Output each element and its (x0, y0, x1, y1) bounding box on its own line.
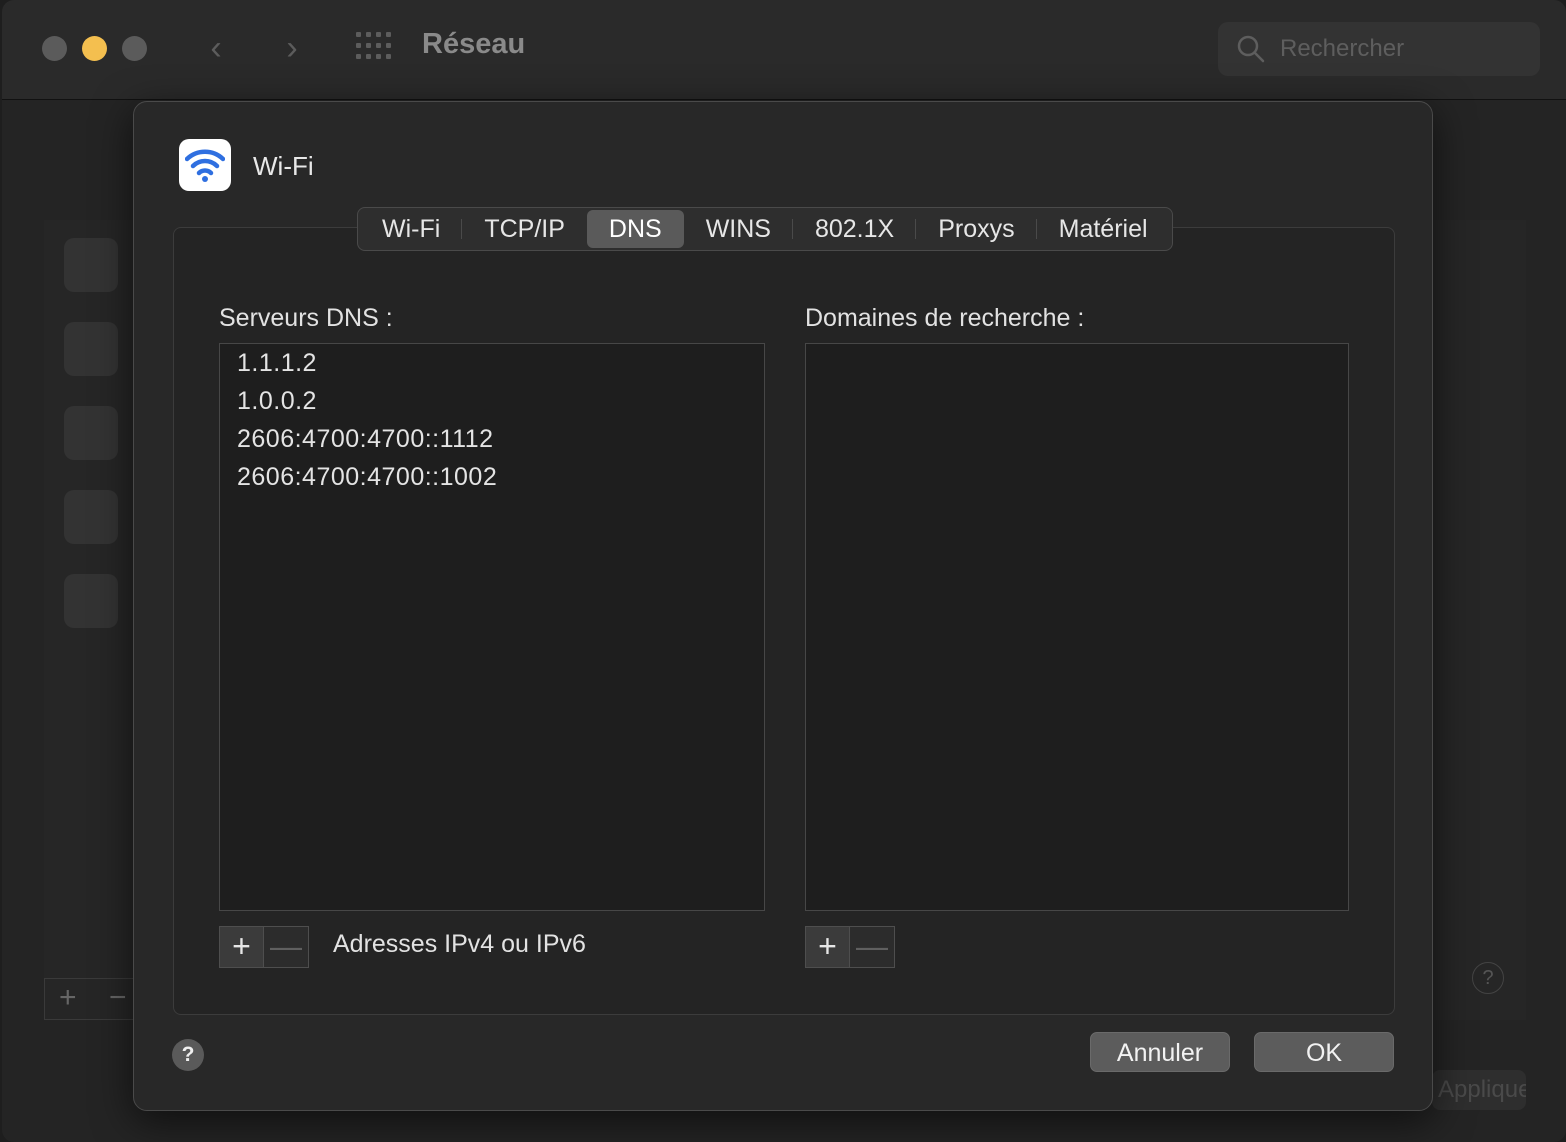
dns-panel: Serveurs DNS : 1.1.1.2 1.0.0.2 2606:4700… (173, 227, 1395, 1015)
search-domains-add-remove: + — (805, 926, 895, 968)
dns-servers-hint: Adresses IPv4 ou IPv6 (333, 930, 586, 958)
tab-proxys[interactable]: Proxys (916, 210, 1038, 248)
sheet-title: Wi-Fi (253, 151, 314, 181)
wifi-icon (179, 139, 231, 191)
search-icon (1237, 35, 1265, 63)
tab-bar: Wi-Fi TCP/IP DNS WINS 802.1X Proxys Maté… (357, 207, 1173, 251)
back-arrow-icon[interactable]: ‹ (202, 30, 230, 66)
search-domains-list[interactable] (805, 343, 1349, 911)
list-item[interactable]: 2606:4700:4700::1112 (220, 420, 764, 458)
close-window-button[interactable] (42, 36, 67, 61)
remove-dns-server-button[interactable]: — (264, 927, 308, 967)
service-lock-icon[interactable] (64, 322, 118, 376)
add-service-icon[interactable]: + (59, 981, 77, 1015)
title-bar: ‹ › Réseau Rechercher (2, 0, 1566, 100)
tab-wifi[interactable]: Wi-Fi (360, 210, 463, 248)
apply-button[interactable]: Appliquer (1432, 1070, 1526, 1110)
remove-service-icon[interactable]: − (109, 981, 127, 1015)
tab-wins[interactable]: WINS (684, 210, 794, 248)
bg-help-icon[interactable]: ? (1472, 962, 1504, 994)
dns-servers-list[interactable]: 1.1.1.2 1.0.0.2 2606:4700:4700::1112 260… (219, 343, 765, 911)
zoom-window-button[interactable] (122, 36, 147, 61)
add-remove-service[interactable]: + − (44, 978, 144, 1020)
list-item[interactable]: 1.1.1.2 (220, 344, 764, 382)
forward-arrow-icon[interactable]: › (278, 30, 306, 66)
tab-dns[interactable]: DNS (586, 210, 684, 248)
help-icon[interactable]: ? (172, 1039, 204, 1071)
dns-servers-add-remove: + — (219, 926, 309, 968)
show-all-grid-icon[interactable] (356, 32, 392, 62)
tab-tcpip[interactable]: TCP/IP (462, 210, 587, 248)
service-wifi-icon[interactable] (64, 238, 118, 292)
add-search-domain-button[interactable]: + (806, 927, 851, 967)
wifi-advanced-sheet: Wi-Fi Serveurs DNS : 1.1.1.2 1.0.0.2 260… (133, 101, 1433, 1111)
add-dns-server-button[interactable]: + (220, 927, 265, 967)
cancel-button[interactable]: Annuler (1090, 1032, 1230, 1072)
search-placeholder: Rechercher (1280, 35, 1405, 62)
service-vpn-icon[interactable] (64, 490, 118, 544)
dns-servers-label: Serveurs DNS : (219, 304, 393, 332)
list-item[interactable]: 1.0.0.2 (220, 382, 764, 420)
tab-materiel[interactable]: Matériel (1037, 210, 1170, 248)
ok-button[interactable]: OK (1254, 1032, 1394, 1072)
tab-8021x[interactable]: 802.1X (793, 210, 917, 248)
search-field[interactable]: Rechercher (1218, 22, 1540, 76)
minimize-window-button[interactable] (82, 36, 107, 61)
service-lock-icon[interactable] (64, 406, 118, 460)
remove-search-domain-button[interactable]: — (850, 927, 894, 967)
search-domains-label: Domaines de recherche : (805, 304, 1085, 332)
window-title: Réseau (422, 28, 526, 60)
service-vpn-icon[interactable] (64, 574, 118, 628)
details-panel (1432, 220, 1526, 1020)
list-item[interactable]: 2606:4700:4700::1002 (220, 458, 764, 496)
